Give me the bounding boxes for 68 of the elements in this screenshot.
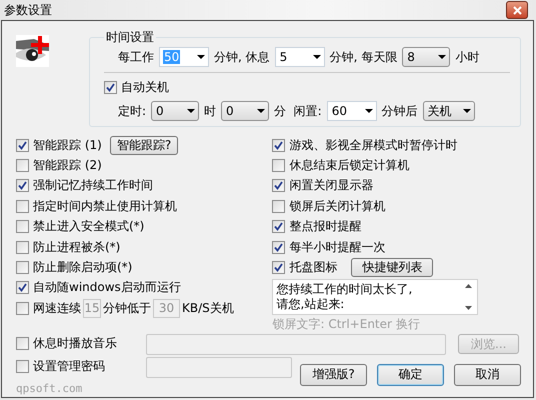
field-label: 定时: xyxy=(118,102,146,120)
checkbox[interactable]: 强制记忆持续工作时间 xyxy=(16,177,153,194)
checkbox[interactable]: 智能跟踪 (1) xyxy=(16,136,102,154)
eye-icon xyxy=(16,35,49,67)
checkbox[interactable]: 自动随windows启动而运行 xyxy=(16,279,181,296)
checkbox[interactable]: 智能跟踪 (2) xyxy=(16,157,102,174)
scroll-up-icon[interactable] xyxy=(465,284,472,288)
dropdown-arrow-icon xyxy=(257,109,266,113)
field-label: 分钟后 xyxy=(382,102,418,120)
close-button[interactable] xyxy=(506,1,528,19)
check-mark-icon xyxy=(18,181,27,190)
field-label: 分钟, 每天限 xyxy=(330,48,398,66)
field-label: KB/S关机 xyxy=(182,300,234,317)
check-mark-icon xyxy=(274,263,284,272)
checkbox[interactable]: 闲置关闭显示器 xyxy=(272,177,374,194)
checkbox[interactable]: 禁止进入安全模式(*) xyxy=(16,218,144,236)
check-mark-icon xyxy=(274,140,284,150)
field-label: 分钟, 休息 xyxy=(214,48,270,66)
website-text: qpsoft.com xyxy=(16,382,84,395)
dialog-button[interactable]: 取消 xyxy=(454,364,521,386)
checkbox[interactable]: 休息时播放音乐 xyxy=(16,335,117,352)
tracking-button[interactable]: 智能跟踪? xyxy=(110,136,178,155)
dropdown-arrow-icon xyxy=(438,55,446,59)
dropdown-arrow-icon xyxy=(187,109,196,113)
dropdown[interactable]: 5 xyxy=(274,47,325,67)
lock-text-caption: 锁屏文字: Ctrl+Enter 换行 xyxy=(272,316,421,333)
checkbox[interactable]: 托盘图标 xyxy=(272,259,338,276)
checkbox[interactable]: 休息结束后锁定计算机 xyxy=(272,157,410,174)
music-path-field[interactable] xyxy=(146,334,446,355)
checkbox[interactable]: 指定时间内禁止使用计算机 xyxy=(16,198,177,215)
check-mark-icon xyxy=(18,283,27,292)
dropdown[interactable]: 8 xyxy=(402,47,450,67)
checkbox[interactable]: 整点报时提醒 xyxy=(272,218,362,236)
group-title: 时间设置 xyxy=(105,29,155,46)
dropdown[interactable]: 0 xyxy=(221,101,270,121)
checkbox[interactable]: 每半小时提醒一次 xyxy=(272,238,386,256)
checkbox[interactable]: 防止进程被杀(*) xyxy=(16,238,120,256)
dropdown[interactable]: 0 xyxy=(151,101,200,121)
dropdown[interactable]: 关机 xyxy=(422,101,475,121)
hotkey-list-button[interactable]: 快捷键列表 xyxy=(351,258,434,278)
dropdown-arrow-icon xyxy=(462,109,471,113)
check-mark-icon xyxy=(274,242,284,252)
checkbox[interactable]: 设置管理密码 xyxy=(16,358,105,376)
dropdown-arrow-icon xyxy=(197,55,205,59)
field-label: 每工作 xyxy=(118,48,154,66)
close-icon xyxy=(512,6,522,14)
dropdown-arrow-icon xyxy=(364,109,373,113)
check-mark-icon xyxy=(274,181,284,190)
dialog-button[interactable]: 确定 xyxy=(377,364,444,386)
field-label: 分 闲置: xyxy=(274,102,322,120)
checkbox[interactable]: 自动关机 xyxy=(104,78,169,96)
dropdown-arrow-icon xyxy=(312,55,321,59)
dialog-button[interactable]: 增强版? xyxy=(300,364,367,386)
checkbox[interactable]: 网速连续 xyxy=(16,300,81,317)
checkbox[interactable]: 游戏、影视全屏模式时暂停计时 xyxy=(272,136,458,154)
field-label: 小时 xyxy=(455,48,480,66)
check-mark-icon xyxy=(106,82,115,92)
checkbox[interactable]: 锁屏后关闭计算机 xyxy=(272,198,386,215)
window-title: 参数设置 xyxy=(4,2,52,18)
lock-text-area[interactable]: 您持续工作的时间太长了, 请您,站起来: xyxy=(272,278,478,315)
password-field[interactable] xyxy=(146,356,292,378)
scroll-down-icon[interactable] xyxy=(465,306,472,310)
field-label: 分钟低于 xyxy=(103,300,151,317)
check-mark-icon xyxy=(274,222,284,232)
field-label: 时 xyxy=(204,102,216,120)
checkbox[interactable]: 防止删除启动项(*) xyxy=(16,259,132,276)
check-mark-icon xyxy=(18,140,27,150)
dropdown[interactable]: 60 xyxy=(326,101,377,121)
